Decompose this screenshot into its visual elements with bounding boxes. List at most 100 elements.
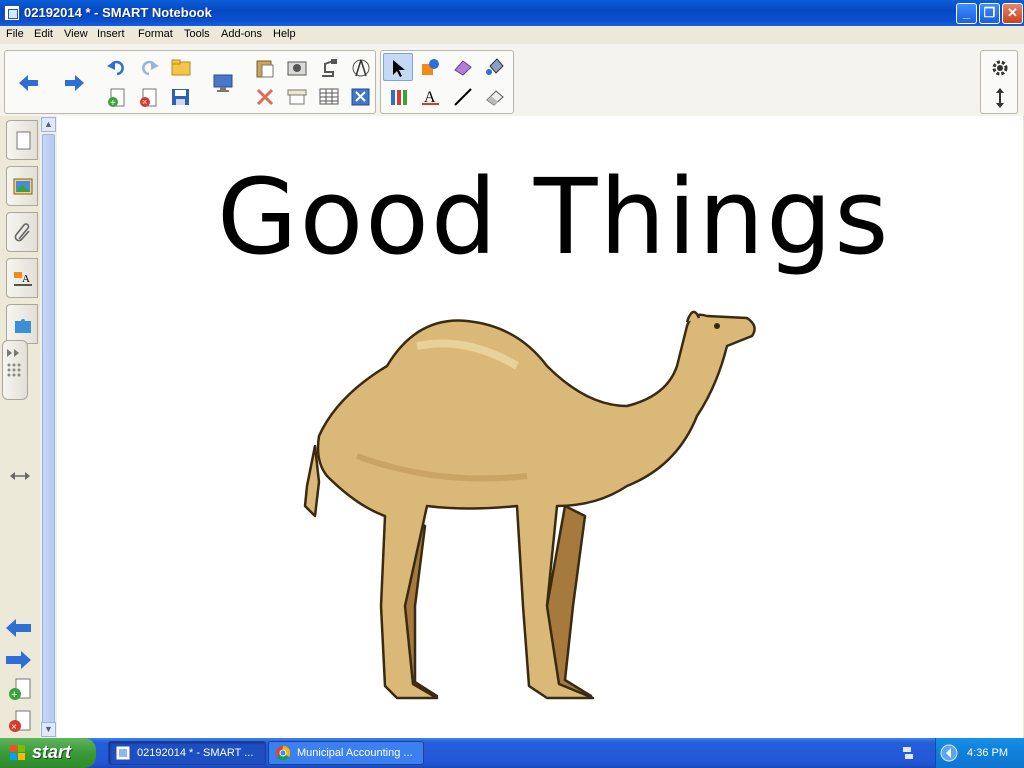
previous-page-icon[interactable] [6,618,32,638]
fill-button[interactable] [479,53,509,81]
network-icon[interactable] [902,746,914,760]
window-title: 02192014 * - SMART Notebook [24,5,212,20]
measurement-tools-button[interactable] [345,53,375,81]
save-button[interactable] [165,83,195,111]
collapse-arrows-icon [7,349,21,377]
delete-button[interactable] [249,83,279,111]
screen-shade-button[interactable] [281,83,311,111]
table-icon [319,88,339,105]
menu-file[interactable]: File [6,28,24,40]
smart-notebook-icon [116,746,130,760]
select-button[interactable] [383,53,413,81]
scroll-down-button[interactable]: ▼ [41,722,56,737]
move-toolbar-icon [996,88,1004,108]
start-button[interactable]: start [0,738,96,768]
eraser-button[interactable] [479,83,509,111]
new-page-button[interactable]: + [101,83,131,111]
tab-page-sorter[interactable] [6,120,38,160]
menu-bar: File Edit View Insert Format Tools Add-o… [0,26,1024,44]
restore-button[interactable]: ❐ [979,3,1000,24]
screen-capture-button[interactable] [281,53,311,81]
close-button[interactable]: ✕ [1002,3,1023,24]
toolbar: + × A [0,44,1024,117]
vertical-scrollbar[interactable]: ▲ ▼ [40,116,58,738]
undo-button[interactable] [101,53,131,81]
open-button[interactable] [165,53,195,81]
app-icon[interactable] [4,5,20,21]
creative-pen-button[interactable] [447,53,477,81]
svg-text:×: × [11,722,17,733]
auto-hide-handle[interactable] [2,340,28,400]
eraser-icon [486,90,504,106]
pens-icon [391,90,407,105]
display-screen-button[interactable] [207,69,237,97]
redo-button[interactable] [133,53,163,81]
next-page-icon[interactable] [6,650,32,670]
menu-format[interactable]: Format [138,28,173,40]
settings-button[interactable] [984,53,1014,81]
clock[interactable]: 4:36 PM [967,747,1008,759]
screen-capture-icon [287,61,307,76]
tab-gallery[interactable] [6,166,38,206]
chrome-icon [276,746,290,760]
save-icon [172,89,189,105]
redo-icon [142,60,159,76]
svg-text:×: × [142,97,147,107]
shapes-icon [422,59,439,75]
camel-image[interactable] [297,306,757,706]
resize-sidebar-icon[interactable] [10,470,30,482]
notebook-page[interactable]: Good Things [57,116,1023,738]
close-box-icon [351,88,370,106]
menu-add-ons[interactable]: Add-ons [221,28,262,40]
tab-attachments[interactable] [6,212,38,252]
screen-shade-icon [287,89,307,105]
document-camera-icon [322,59,337,77]
menu-insert[interactable]: Insert [97,28,125,40]
side-tabs: A + × [0,116,41,740]
properties-icon: A [14,272,32,286]
add-page-icon[interactable]: + [6,678,32,702]
taskbar-item-label: 02192014 * - SMART ... [137,747,254,759]
select-icon [393,60,405,77]
tab-properties[interactable]: A [6,258,38,298]
taskbar-item-smart-notebook[interactable]: 02192014 * - SMART ... [108,741,266,765]
close-page-button[interactable] [345,83,375,111]
tray-collapse-icon[interactable] [940,744,958,762]
menu-view[interactable]: View [64,28,88,40]
svg-text:+: + [110,98,116,108]
delete-page-button[interactable]: × [133,83,163,111]
delete-icon [256,88,274,106]
toolbar-main-group: + × [4,50,376,114]
windows-flag-icon [10,745,25,760]
text-button[interactable]: A [415,83,445,111]
document-camera-button[interactable] [313,53,343,81]
menu-help[interactable]: Help [273,28,296,40]
pens-button[interactable] [383,83,413,111]
table-button[interactable] [313,83,343,111]
taskbar-item-browser[interactable]: Municipal Accounting ... [268,741,424,765]
text-icon: A [422,89,439,106]
scroll-thumb[interactable] [42,134,55,724]
back-button[interactable] [13,69,43,97]
forward-button[interactable] [59,69,89,97]
line-button[interactable] [447,83,477,111]
paste-button[interactable] [249,53,279,81]
tab-add-ons[interactable] [6,304,38,344]
menu-edit[interactable]: Edit [34,28,53,40]
shapes-button[interactable] [415,53,445,81]
svg-text:+: + [11,689,17,701]
start-label: start [32,742,72,762]
line-icon [454,88,472,106]
minimize-button[interactable]: _ [956,3,977,24]
remove-page-icon[interactable]: × [6,710,32,734]
move-toolbar-button[interactable] [984,83,1014,111]
attachments-icon [14,223,30,242]
menu-tools[interactable]: Tools [184,28,210,40]
title-bar: 02192014 * - SMART Notebook _ ❐ ✕ [0,0,1024,26]
page-title[interactable]: Good Things [217,156,890,278]
measurement-tools-icon [352,59,370,77]
scroll-up-button[interactable]: ▲ [41,117,56,132]
add-ons-icon [15,319,31,333]
display-screen-icon [213,74,233,92]
delete-page-icon: × [140,88,157,107]
